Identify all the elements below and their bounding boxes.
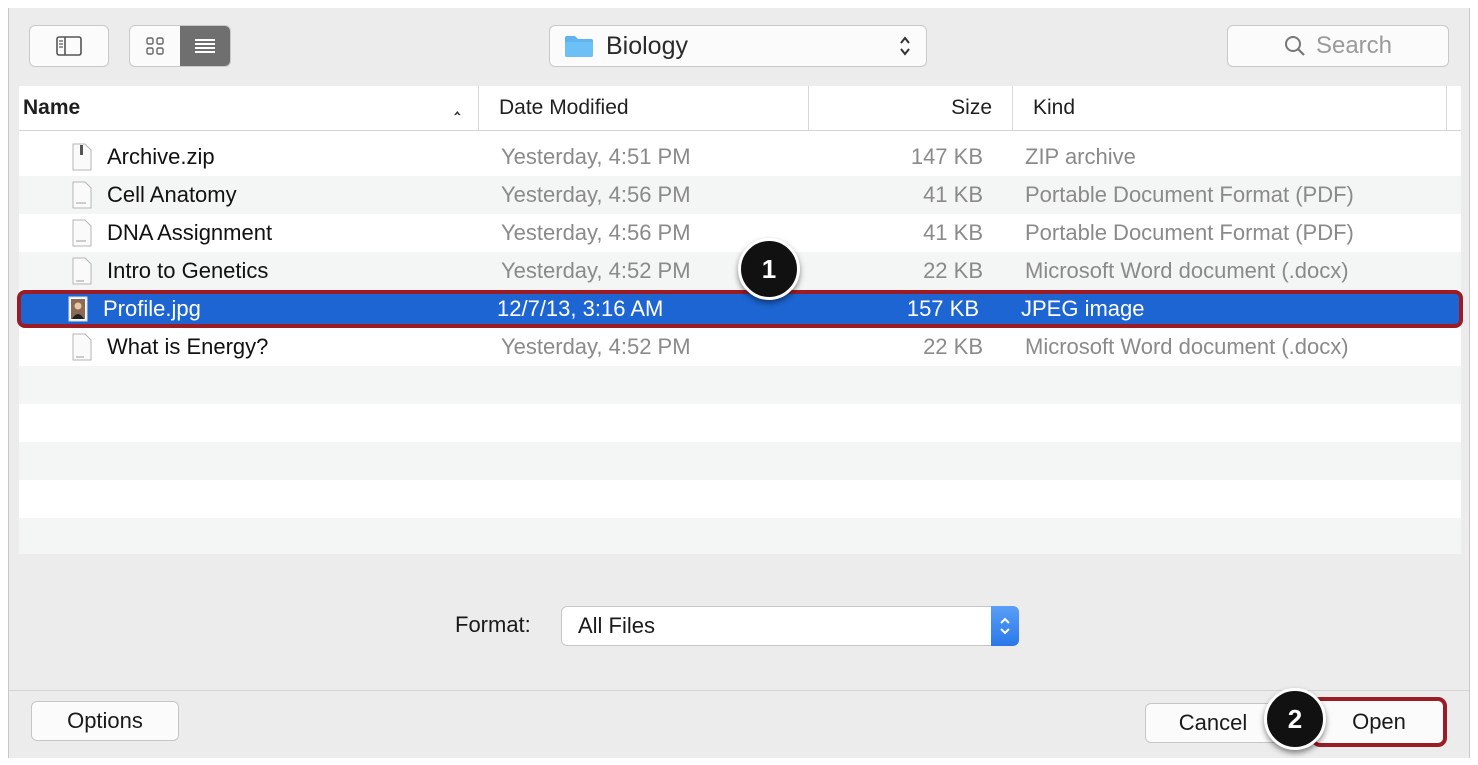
sidebar-icon bbox=[56, 36, 82, 56]
file-name: DNA Assignment bbox=[107, 220, 273, 245]
view-mode-control bbox=[129, 25, 231, 67]
chevron-updown-icon bbox=[900, 36, 910, 56]
callout-badge-2: 2 bbox=[1264, 688, 1326, 750]
column-date-label: Date Modified bbox=[499, 96, 629, 119]
file-date: Yesterday, 4:51 PM bbox=[501, 144, 691, 169]
format-label: Format: bbox=[455, 612, 531, 637]
search-field[interactable]: Search bbox=[1227, 25, 1449, 67]
file-size: 157 KB bbox=[906, 296, 979, 321]
file-row[interactable]: Cell Anatomy Yesterday, 4:56 PM 41 KB Po… bbox=[19, 176, 1461, 214]
file-name-cell: Archive.zip bbox=[71, 143, 471, 171]
file-row[interactable]: What is Energy? Yesterday, 4:52 PM 22 KB… bbox=[19, 328, 1461, 366]
file-kind: Microsoft Word document (.docx) bbox=[1025, 258, 1349, 283]
location-label: Biology bbox=[606, 31, 688, 60]
file-kind: Portable Document Format (PDF) bbox=[1025, 182, 1354, 207]
search-icon bbox=[1284, 36, 1305, 56]
column-header: Name ‸ Date Modified Size Kind bbox=[19, 86, 1461, 131]
list-icon bbox=[195, 39, 215, 53]
cancel-button[interactable]: Cancel bbox=[1145, 703, 1281, 743]
zip-file-icon bbox=[72, 143, 92, 171]
image-file-icon bbox=[68, 296, 88, 322]
open-button[interactable]: Open bbox=[1311, 697, 1447, 747]
format-value: All Files bbox=[578, 613, 656, 638]
file-date: Yesterday, 4:56 PM bbox=[501, 182, 691, 207]
file-name-cell: Profile.jpg bbox=[67, 295, 467, 323]
search-placeholder: Search bbox=[1315, 32, 1393, 59]
options-button[interactable]: Options bbox=[31, 701, 179, 741]
file-row-selected[interactable]: Profile.jpg 12/7/13, 3:16 AM 157 KB JPEG… bbox=[17, 290, 1463, 328]
file-name-cell: DNA Assignment bbox=[71, 219, 471, 247]
folder-icon bbox=[565, 36, 593, 57]
pdf-file-icon bbox=[72, 219, 92, 247]
file-date: Yesterday, 4:52 PM bbox=[501, 334, 691, 359]
file-name-cell: Intro to Genetics bbox=[71, 257, 471, 285]
empty-row bbox=[19, 404, 1461, 442]
file-name: What is Energy? bbox=[107, 334, 269, 359]
file-name-cell: What is Energy? bbox=[71, 333, 471, 361]
file-size: 147 KB bbox=[910, 144, 983, 169]
list-view-button[interactable] bbox=[180, 26, 230, 66]
format-area: Format: All Files bbox=[9, 554, 1469, 690]
file-name: Intro to Genetics bbox=[107, 258, 269, 283]
callout-badge-1: 1 bbox=[738, 238, 800, 300]
icon-view-button[interactable] bbox=[130, 26, 180, 66]
column-size-label: Size bbox=[951, 96, 992, 119]
file-row[interactable]: Archive.zip Yesterday, 4:51 PM 147 KB ZI… bbox=[19, 138, 1461, 176]
toolbar: Biology Search bbox=[9, 8, 1469, 86]
empty-row bbox=[19, 366, 1461, 404]
grid-icon bbox=[146, 37, 164, 55]
location-popup[interactable]: Biology bbox=[549, 25, 927, 67]
file-name: Archive.zip bbox=[107, 144, 215, 169]
chevron-updown-icon bbox=[1000, 617, 1010, 635]
file-size: 22 KB bbox=[923, 334, 983, 359]
file-size: 41 KB bbox=[923, 220, 983, 245]
file-size: 22 KB bbox=[923, 258, 983, 283]
open-file-dialog: Biology Search Name ‸ Date Modified Size… bbox=[8, 8, 1470, 758]
file-rows: Archive.zip Yesterday, 4:51 PM 147 KB ZI… bbox=[17, 138, 1463, 556]
file-row[interactable]: DNA Assignment Yesterday, 4:56 PM 41 KB … bbox=[19, 214, 1461, 252]
sidebar-toggle-button[interactable] bbox=[29, 25, 109, 67]
format-select[interactable]: All Files bbox=[561, 606, 1019, 646]
file-date: 12/7/13, 3:16 AM bbox=[497, 296, 664, 321]
docx-file-icon bbox=[72, 333, 92, 361]
column-header-size[interactable]: Size bbox=[809, 86, 1013, 130]
file-kind: Portable Document Format (PDF) bbox=[1025, 220, 1354, 245]
file-kind: ZIP archive bbox=[1025, 144, 1136, 169]
file-size: 41 KB bbox=[923, 182, 983, 207]
file-kind: JPEG image bbox=[1021, 296, 1145, 321]
dialog-footer: Options Cancel Open bbox=[9, 691, 1469, 758]
file-kind: Microsoft Word document (.docx) bbox=[1025, 334, 1349, 359]
column-header-kind[interactable]: Kind bbox=[1013, 86, 1447, 130]
empty-row bbox=[19, 442, 1461, 480]
column-name-label: Name bbox=[23, 96, 81, 119]
empty-row bbox=[19, 518, 1461, 556]
file-name: Profile.jpg bbox=[103, 296, 201, 321]
sort-ascending-icon: ‸ bbox=[454, 98, 460, 115]
column-kind-label: Kind bbox=[1033, 96, 1076, 119]
empty-row bbox=[19, 480, 1461, 518]
file-name: Cell Anatomy bbox=[107, 182, 237, 207]
pdf-file-icon bbox=[72, 181, 92, 209]
format-stepper[interactable] bbox=[991, 606, 1019, 646]
file-list: Name ‸ Date Modified Size Kind Archive.z… bbox=[17, 86, 1463, 556]
column-header-date[interactable]: Date Modified bbox=[479, 86, 809, 130]
file-name-cell: Cell Anatomy bbox=[71, 181, 471, 209]
docx-file-icon bbox=[72, 257, 92, 285]
column-header-name[interactable]: Name ‸ bbox=[19, 86, 479, 130]
